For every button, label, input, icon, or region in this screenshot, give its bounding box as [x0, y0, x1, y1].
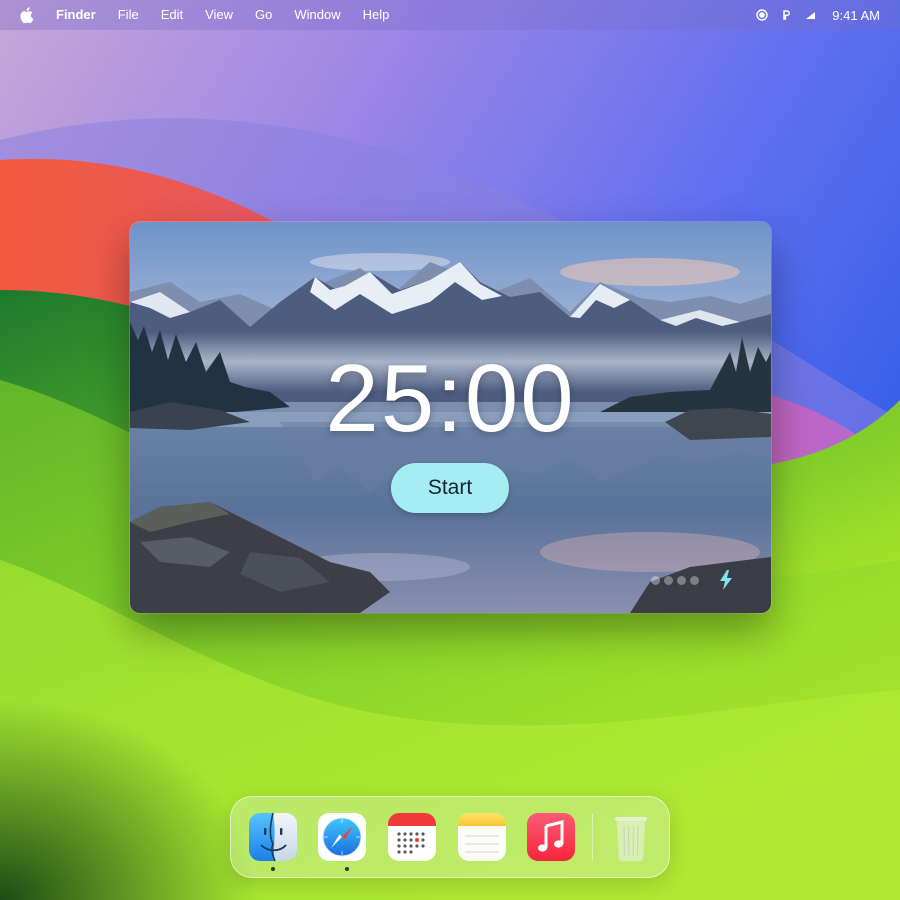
- menu-file[interactable]: File: [107, 0, 150, 30]
- timer-display: 25:00: [325, 345, 576, 452]
- apple-menu-icon[interactable]: [0, 0, 54, 30]
- record-icon[interactable]: [750, 0, 774, 30]
- session-dot: [651, 576, 660, 585]
- running-indicator: [271, 867, 275, 871]
- start-button[interactable]: Start: [391, 463, 509, 513]
- dock-divider: [592, 814, 593, 860]
- menu-help[interactable]: Help: [352, 0, 401, 30]
- wifi-icon[interactable]: [798, 0, 822, 30]
- menu-view[interactable]: View: [194, 0, 244, 30]
- menu-window[interactable]: Window: [283, 0, 351, 30]
- session-dot: [664, 576, 673, 585]
- pomodoro-timer-window: 25:00 Start: [130, 222, 771, 613]
- calendar-icon[interactable]: [387, 812, 437, 862]
- p-icon[interactable]: [774, 0, 798, 30]
- session-progress-dots: [651, 576, 699, 585]
- music-icon[interactable]: [526, 812, 576, 862]
- session-dot: [690, 576, 699, 585]
- app-menu-finder[interactable]: Finder: [54, 0, 107, 30]
- menu-edit[interactable]: Edit: [150, 0, 194, 30]
- notes-icon[interactable]: [457, 812, 507, 862]
- menu-bar: Finder File Edit View Go Window Help 9:4…: [0, 0, 900, 30]
- finder-icon[interactable]: [248, 812, 298, 862]
- menu-bar-clock[interactable]: 9:41 AM: [832, 8, 880, 23]
- safari-icon[interactable]: [317, 812, 367, 862]
- running-indicator: [345, 867, 349, 871]
- menu-go[interactable]: Go: [244, 0, 283, 30]
- lightning-bolt-icon[interactable]: [719, 570, 733, 590]
- trash-icon[interactable]: [606, 812, 656, 862]
- session-dot: [677, 576, 686, 585]
- dock: [230, 796, 670, 878]
